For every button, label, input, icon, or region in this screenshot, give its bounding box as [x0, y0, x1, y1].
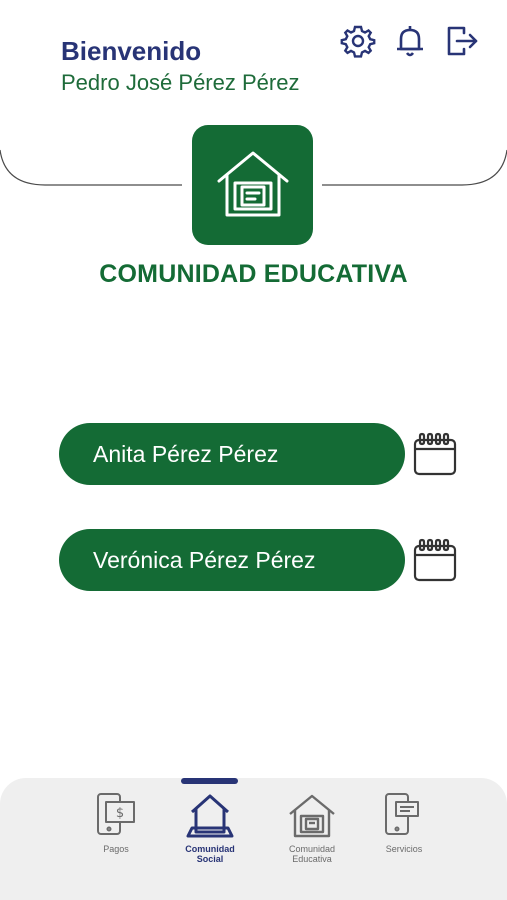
welcome-title: Bienvenido [61, 36, 202, 66]
nav-label: Comunidad Social [185, 844, 235, 864]
logout-icon [447, 26, 478, 56]
nav-item-comunidad-educativa[interactable]: Comunidad Educativa [267, 790, 357, 864]
payment-phone-icon: $ [97, 793, 135, 835]
section-title: COMUNIDAD EDUCATIVA [99, 260, 408, 288]
services-phone-icon [385, 793, 419, 835]
school-house-icon [217, 151, 288, 217]
student-name: Verónica Pérez Pérez [93, 546, 316, 573]
gear-icon [340, 25, 376, 58]
calendar-icon[interactable] [412, 431, 458, 477]
bell-icon [397, 26, 423, 57]
header-actions [339, 22, 481, 60]
notifications-button[interactable] [391, 22, 429, 60]
logout-button[interactable] [443, 22, 481, 60]
nav-item-servicios[interactable]: Servicios [359, 790, 449, 854]
bottom-nav: $ Pagos Comunidad Social Comunidad Educa… [0, 778, 507, 900]
nav-item-comunidad-social[interactable]: Comunidad Social [165, 790, 255, 864]
school-house-icon [289, 794, 335, 838]
calendar-icon[interactable] [412, 537, 458, 583]
student-button-veronica[interactable]: Verónica Pérez Pérez [59, 529, 405, 591]
nav-label: Comunidad Educativa [288, 844, 336, 864]
community-social-icon [186, 794, 234, 838]
user-name: Pedro José Pérez Pérez [61, 70, 300, 95]
nav-item-pagos[interactable]: $ Pagos [71, 790, 161, 854]
active-tab-indicator [181, 778, 238, 784]
nav-label: Servicios [385, 844, 423, 854]
nav-label: Pagos [103, 844, 129, 854]
student-name: Anita Pérez Pérez [93, 440, 279, 467]
module-icon-tile [192, 125, 313, 245]
student-button-anita[interactable]: Anita Pérez Pérez [59, 423, 405, 485]
svg-text:$: $ [116, 806, 124, 821]
settings-button[interactable] [339, 22, 377, 60]
